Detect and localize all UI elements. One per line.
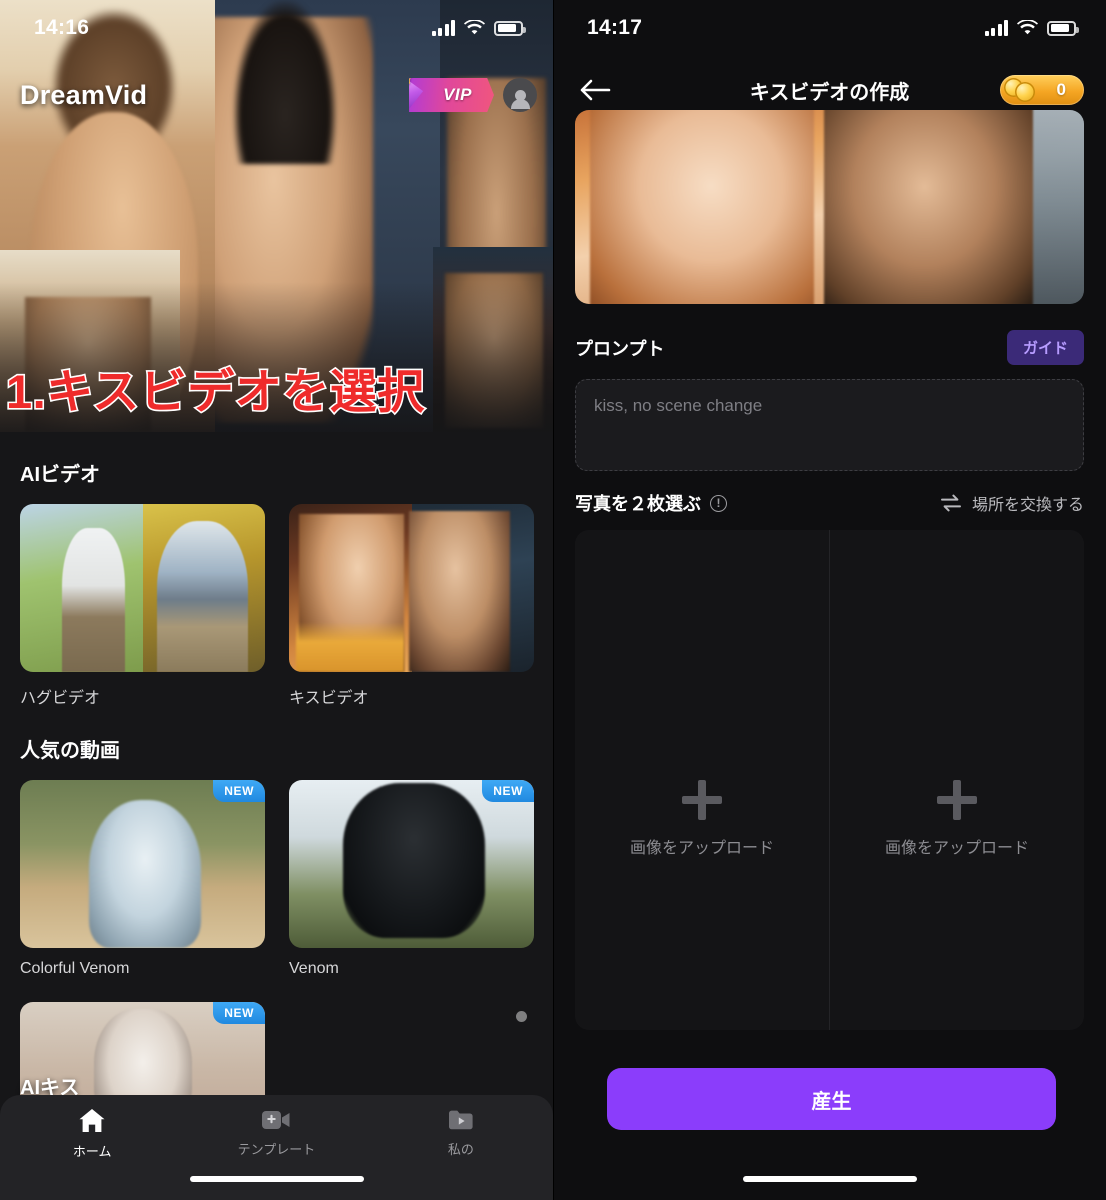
prompt-section: プロンプト ガイド kiss, no scene change — [575, 330, 1084, 471]
avatar-body-icon — [510, 98, 530, 109]
left-phone-home-screen: 14:16 DreamVid ♛ VIP — [0, 0, 553, 1200]
upload-slot-2[interactable]: 画像をアップロード — [829, 530, 1084, 1030]
tab-mine[interactable]: 私の — [369, 1108, 553, 1158]
card-thumbnail — [289, 504, 534, 672]
tab-label: テンプレート — [237, 1142, 316, 1157]
card-thumbnail: NEW — [20, 780, 265, 948]
panel-divider — [553, 0, 554, 1200]
cellular-signal-icon — [431, 20, 455, 36]
section-title-popular: 人気の動画 — [20, 740, 120, 762]
home-indicator-left — [189, 1176, 364, 1182]
card-label: ハグビデオ — [20, 690, 101, 707]
new-badge: NEW — [213, 1002, 265, 1024]
coin-icon — [1004, 77, 1038, 103]
swap-label: 場所を交換する — [971, 497, 1084, 514]
preview-image-left — [575, 110, 830, 304]
profile-avatar-button[interactable] — [503, 78, 537, 112]
generate-button[interactable]: 産生 — [607, 1068, 1056, 1130]
card-kiss-video[interactable]: キスビデオ — [289, 504, 534, 708]
add-video-icon — [262, 1111, 290, 1129]
app-brand-logo: DreamVid — [20, 80, 148, 110]
status-icons — [984, 20, 1079, 36]
card-thumbnail: NEW — [289, 780, 534, 948]
new-badge: NEW — [213, 780, 265, 802]
wifi-icon — [1017, 20, 1038, 36]
home-icon — [79, 1109, 105, 1132]
thumb-half-right — [411, 504, 534, 672]
right-phone-create-screen: 14:17 キスビデオの作成 0 プロンプト ガイド kiss, no scen… — [553, 0, 1106, 1200]
back-arrow-icon — [580, 79, 611, 101]
hero-top-actions: ♛ VIP — [409, 78, 537, 112]
tab-label: ホーム — [72, 1144, 112, 1159]
photo-select-section: 写真を２枚選ぶ ! 場所を交換する 画像をアップロード 画像をアップロード — [575, 490, 1084, 1030]
section-title-ai-video: AIビデオ — [20, 464, 100, 486]
coin-count: 0 — [1056, 80, 1066, 99]
annotation-step-1: 1.キスビデオを選択 — [4, 363, 425, 419]
card-label: Venom — [289, 960, 339, 977]
prompt-label: プロンプト — [575, 338, 665, 359]
thumb-image — [289, 780, 534, 948]
thumb-image — [20, 780, 265, 948]
photo-header-row: 写真を２枚選ぶ ! 場所を交換する — [575, 490, 1084, 516]
status-time: 14:16 — [34, 16, 90, 39]
info-icon[interactable]: ! — [710, 494, 727, 512]
prompt-placeholder: kiss, no scene change — [594, 396, 763, 415]
battery-icon — [1047, 20, 1079, 36]
upload-slot-label: 画像をアップロード — [629, 840, 774, 857]
plus-icon — [937, 780, 977, 820]
wifi-icon — [464, 20, 485, 36]
thumb-half-left — [289, 504, 412, 672]
photo-select-text: 写真を２枚選ぶ — [575, 494, 701, 514]
thumb-half-left — [20, 504, 143, 672]
battery-icon — [494, 20, 526, 36]
back-button[interactable] — [575, 70, 615, 110]
ai-video-card-row: ハグビデオ キスビデオ — [20, 504, 534, 708]
upload-slots: 画像をアップロード 画像をアップロード — [575, 530, 1084, 1030]
upload-slot-1[interactable]: 画像をアップロード — [575, 530, 829, 1030]
bottom-tab-bar: ホーム テンプレート 私の — [0, 1095, 553, 1200]
status-bar-left: 14:16 — [0, 0, 553, 56]
guide-button[interactable]: ガイド — [1006, 330, 1084, 365]
card-label: キスビデオ — [289, 690, 369, 707]
tab-home[interactable]: ホーム — [0, 1108, 184, 1160]
card-thumbnail — [20, 504, 265, 672]
card-hug-video[interactable]: ハグビデオ — [20, 504, 265, 708]
card-colorful-venom[interactable]: NEW Colorful Venom — [20, 780, 265, 978]
popular-card-row: NEW Colorful Venom NEW Venom — [20, 780, 534, 978]
card-label: Colorful Venom — [20, 960, 130, 977]
my-videos-icon — [448, 1110, 473, 1130]
swap-icon — [940, 494, 961, 512]
tab-template[interactable]: テンプレート — [184, 1108, 368, 1158]
vip-label: VIP — [443, 85, 472, 104]
coin-balance-badge[interactable]: 0 — [1000, 75, 1084, 105]
home-indicator-right — [742, 1176, 917, 1182]
avatar — [503, 78, 537, 112]
preview-banner — [575, 110, 1084, 304]
photo-select-label: 写真を２枚選ぶ ! — [575, 490, 727, 516]
vip-badge[interactable]: ♛ VIP — [409, 78, 494, 112]
status-icons — [431, 20, 526, 36]
plus-icon — [682, 780, 722, 820]
swap-positions-button[interactable]: 場所を交換する — [940, 491, 1084, 515]
upload-slot-label: 画像をアップロード — [884, 840, 1029, 857]
prompt-header-row: プロンプト ガイド — [575, 330, 1084, 365]
prompt-input[interactable]: kiss, no scene change — [575, 379, 1084, 471]
dual-phone-screenshot: 14:16 DreamVid ♛ VIP — [0, 0, 1106, 1200]
new-badge: NEW — [482, 780, 534, 802]
card-venom[interactable]: NEW Venom — [289, 780, 534, 978]
thumb-half-right — [142, 504, 265, 672]
tab-label: 私の — [447, 1142, 474, 1157]
create-header: キスビデオの作成 0 — [553, 66, 1106, 114]
cellular-signal-icon — [984, 20, 1008, 36]
status-time: 14:17 — [587, 16, 643, 39]
preview-image-right — [829, 110, 1084, 304]
hero-pager-dot[interactable] — [516, 1011, 527, 1022]
status-bar-right: 14:17 — [553, 0, 1106, 56]
